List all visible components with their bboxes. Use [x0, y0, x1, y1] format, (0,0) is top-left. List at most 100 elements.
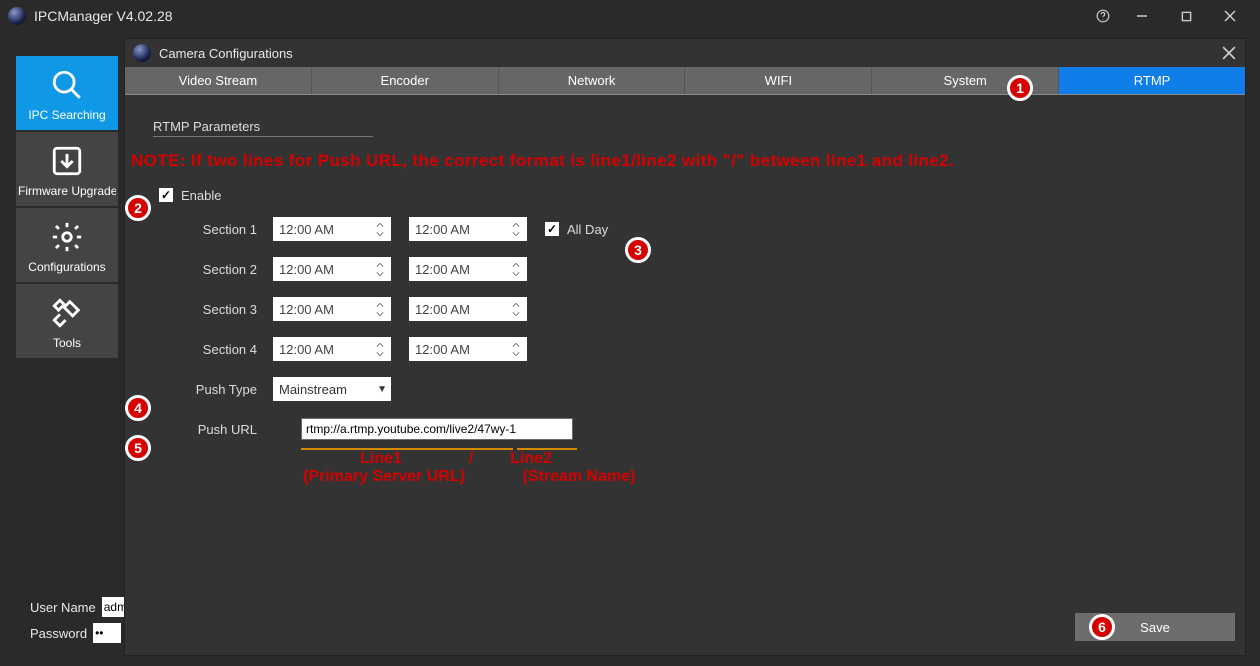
section-end-time[interactable]: 12:00 AM: [409, 257, 527, 281]
sidebar: IPC Searching Firmware Upgrade Configura…: [16, 56, 118, 358]
annotation-note: NOTE: If two lines for Push URL, the cor…: [131, 151, 1217, 171]
sidebar-item-ipc-searching[interactable]: IPC Searching: [16, 56, 118, 130]
sidebar-item-label: Tools: [18, 336, 116, 350]
panel-close-button[interactable]: [1219, 43, 1239, 63]
annotation-line2: Line2: [481, 450, 581, 468]
spinner-up[interactable]: [373, 340, 387, 349]
title-bar: IPCManager V4.02.28: [0, 0, 1260, 32]
sidebar-item-firmware-upgrade[interactable]: Firmware Upgrade: [16, 132, 118, 206]
annotation-slash: /: [461, 450, 481, 468]
annotation-badge-2: 2: [125, 195, 151, 221]
section-label: Section 3: [153, 302, 273, 317]
spinner-up[interactable]: [509, 340, 523, 349]
annotation-badge-1: 1: [1007, 75, 1033, 101]
annotation-badge-4: 4: [125, 395, 151, 421]
spinner-up[interactable]: [509, 300, 523, 309]
sidebar-item-tools[interactable]: Tools: [16, 284, 118, 358]
time-value: 12:00 AM: [415, 302, 509, 317]
annotation-line1: Line1: [301, 450, 461, 468]
annotation-badge-3: 3: [625, 237, 651, 263]
credentials-block: User Name Password: [30, 594, 130, 646]
tab-encoder[interactable]: Encoder: [312, 67, 499, 94]
tab-video-stream[interactable]: Video Stream: [125, 67, 312, 94]
sidebar-item-configurations[interactable]: Configurations: [16, 208, 118, 282]
push-type-select[interactable]: Mainstream ▼: [273, 377, 391, 401]
annotation-badge-5: 5: [125, 435, 151, 461]
tab-network[interactable]: Network: [499, 67, 686, 94]
spinner-up[interactable]: [373, 260, 387, 269]
section-label: Section 1: [153, 222, 273, 237]
minimize-button[interactable]: [1120, 0, 1164, 32]
annotation-badge-6: 6: [1089, 614, 1115, 640]
section-start-time[interactable]: 12:00 AM: [273, 297, 391, 321]
spinner-down[interactable]: [509, 349, 523, 358]
time-value: 12:00 AM: [415, 222, 509, 237]
username-label: User Name: [30, 600, 96, 615]
time-value: 12:00 AM: [279, 222, 373, 237]
section-start-time[interactable]: 12:00 AM: [273, 217, 391, 241]
chevron-down-icon: ▼: [377, 384, 387, 395]
password-label: Password: [30, 626, 87, 641]
spinner-down[interactable]: [373, 349, 387, 358]
config-tabbar: Video Stream Encoder Network WIFI System…: [125, 67, 1245, 95]
all-day-checkbox[interactable]: [545, 222, 559, 236]
tab-label: Encoder: [381, 73, 429, 88]
rtmp-section-title: RTMP Parameters: [153, 119, 373, 137]
password-input[interactable]: [93, 623, 121, 643]
maximize-button[interactable]: [1164, 0, 1208, 32]
enable-checkbox[interactable]: [159, 188, 173, 202]
push-url-label: Push URL: [153, 422, 273, 437]
camera-config-panel: Camera Configurations Video Stream Encod…: [124, 38, 1246, 656]
sidebar-item-label: Configurations: [18, 260, 116, 274]
enable-label: Enable: [181, 188, 221, 203]
time-value: 12:00 AM: [415, 262, 509, 277]
all-day-label: All Day: [567, 222, 608, 237]
spinner-down[interactable]: [373, 269, 387, 278]
spinner-up[interactable]: [373, 300, 387, 309]
section-end-time[interactable]: 12:00 AM: [409, 337, 527, 361]
panel-logo: [133, 44, 151, 62]
spinner-up[interactable]: [509, 260, 523, 269]
spinner-down[interactable]: [509, 229, 523, 238]
section-row: Section 1 12:00 AM 12:00 AM All Day: [153, 209, 1217, 249]
section-end-time[interactable]: 12:00 AM: [409, 217, 527, 241]
tab-wifi[interactable]: WIFI: [685, 67, 872, 94]
section-row: Section 4 12:00 AM 12:00 AM: [153, 329, 1217, 369]
spinner-up[interactable]: [373, 220, 387, 229]
section-row: Section 2 12:00 AM 12:00 AM: [153, 249, 1217, 289]
download-icon: [48, 142, 86, 180]
time-value: 12:00 AM: [279, 262, 373, 277]
help-button[interactable]: [1086, 0, 1120, 32]
section-end-time[interactable]: 12:00 AM: [409, 297, 527, 321]
app-title: IPCManager V4.02.28: [34, 8, 173, 24]
section-row: Section 3 12:00 AM 12:00 AM: [153, 289, 1217, 329]
save-label: Save: [1140, 620, 1170, 635]
tab-label: System: [944, 73, 987, 88]
spinner-down[interactable]: [373, 309, 387, 318]
tab-label: RTMP: [1134, 73, 1171, 88]
close-button[interactable]: [1208, 0, 1252, 32]
search-icon: [48, 66, 86, 104]
tab-label: Video Stream: [179, 73, 258, 88]
spinner-down[interactable]: [373, 229, 387, 238]
time-value: 12:00 AM: [279, 302, 373, 317]
tools-icon: [48, 294, 86, 332]
tab-label: WIFI: [765, 73, 792, 88]
spinner-down[interactable]: [509, 269, 523, 278]
spinner-up[interactable]: [509, 220, 523, 229]
tab-label: Network: [568, 73, 616, 88]
sidebar-item-label: IPC Searching: [18, 108, 116, 122]
rtmp-content: RTMP Parameters NOTE: If two lines for P…: [125, 95, 1245, 510]
push-url-input[interactable]: [301, 418, 573, 440]
panel-title: Camera Configurations: [159, 46, 293, 61]
section-start-time[interactable]: 12:00 AM: [273, 337, 391, 361]
section-label: Section 4: [153, 342, 273, 357]
gear-icon: [48, 218, 86, 256]
section-label: Section 2: [153, 262, 273, 277]
time-value: 12:00 AM: [279, 342, 373, 357]
spinner-down[interactable]: [509, 309, 523, 318]
tab-rtmp[interactable]: RTMP: [1059, 67, 1245, 94]
annotation-primary: (Primary Server URL): [269, 468, 499, 486]
section-start-time[interactable]: 12:00 AM: [273, 257, 391, 281]
push-type-label: Push Type: [153, 382, 273, 397]
